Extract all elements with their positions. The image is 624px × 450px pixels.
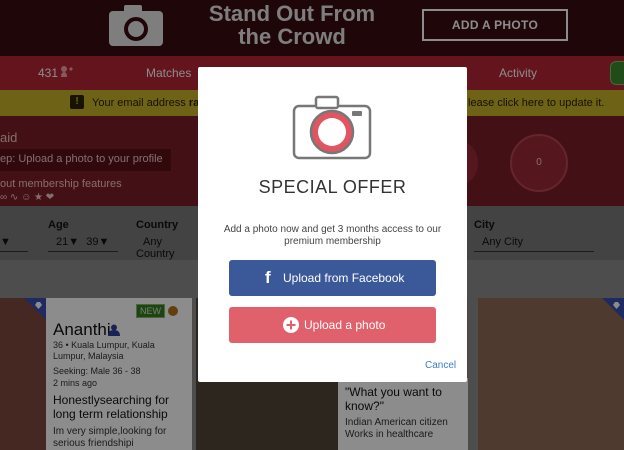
upload-photo-button[interactable]: Upload a photo <box>229 307 436 343</box>
facebook-icon: f <box>265 268 271 287</box>
cancel-link[interactable]: Cancel <box>425 360 456 371</box>
modal-title: SPECIAL OFFER <box>258 177 407 197</box>
camera-icon <box>292 95 372 160</box>
modal-description: Add a photo now and get 3 months access … <box>223 224 442 247</box>
upload-from-facebook-button[interactable]: f Upload from Facebook <box>229 260 436 296</box>
facebook-button-label: Upload from Facebook <box>283 271 405 285</box>
upload-button-label: Upload a photo <box>304 318 386 332</box>
special-offer-modal: SPECIAL OFFER Add a photo now and get 3 … <box>198 67 467 382</box>
plus-circle-icon <box>283 317 299 333</box>
